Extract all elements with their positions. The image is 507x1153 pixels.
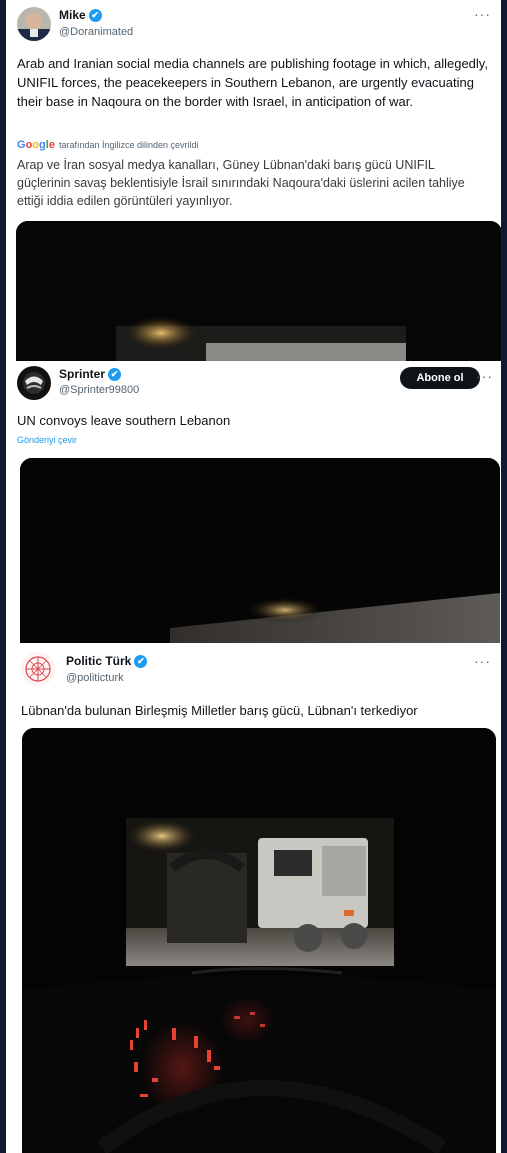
translation-note: Google tarafından İngilizce dilinden çev…	[17, 139, 199, 151]
video-frame	[22, 728, 496, 1153]
avatar[interactable]	[17, 366, 51, 400]
tweet-text: Arab and Iranian social media channels a…	[17, 56, 488, 109]
more-options-icon[interactable]: ···	[476, 368, 493, 384]
video-frame	[16, 221, 501, 361]
author-handle[interactable]: @Sprinter99800	[59, 384, 139, 396]
follow-button[interactable]: Abone ol	[400, 367, 480, 389]
tweet-card-politicturk[interactable]: Politic Türk ✔ @politicturk ··· Lübnan'd…	[6, 643, 501, 1153]
verified-icon: ✔	[88, 8, 102, 22]
tweet-card-mike[interactable]: Mike ✔ @Doranimated ··· Arab and Iranian…	[6, 0, 501, 361]
author-name[interactable]: Mike ✔	[59, 8, 102, 22]
video-thumbnail[interactable]	[22, 728, 496, 1153]
google-logo-icon: Google	[17, 139, 55, 151]
video-thumbnail[interactable]	[20, 458, 500, 643]
more-options-icon[interactable]: ···	[474, 653, 491, 669]
video-frame	[20, 458, 500, 643]
more-options-icon[interactable]: ···	[474, 6, 491, 22]
avatar[interactable]	[21, 652, 55, 686]
author-name[interactable]: Sprinter ✔	[59, 367, 122, 381]
author-handle[interactable]: @Doranimated	[59, 26, 133, 38]
verified-icon: ✔	[108, 367, 122, 381]
avatar[interactable]	[17, 7, 51, 41]
tweet-card-sprinter[interactable]: Sprinter ✔ @Sprinter99800 Abone ol ··· U…	[6, 361, 501, 643]
tweet-text: Lübnan'da bulunan Birleşmiş Milletler ba…	[21, 703, 418, 718]
translate-post-link[interactable]: Gönderiyi çevir	[17, 435, 77, 445]
tweet-text: UN convoys leave southern Lebanon	[17, 413, 231, 428]
author-name[interactable]: Politic Türk ✔	[66, 654, 148, 668]
verified-icon: ✔	[134, 654, 148, 668]
author-handle[interactable]: @politicturk	[66, 672, 124, 684]
translated-text: Arap ve İran sosyal medya kanalları, Gün…	[17, 158, 465, 208]
video-thumbnail[interactable]	[16, 221, 501, 361]
